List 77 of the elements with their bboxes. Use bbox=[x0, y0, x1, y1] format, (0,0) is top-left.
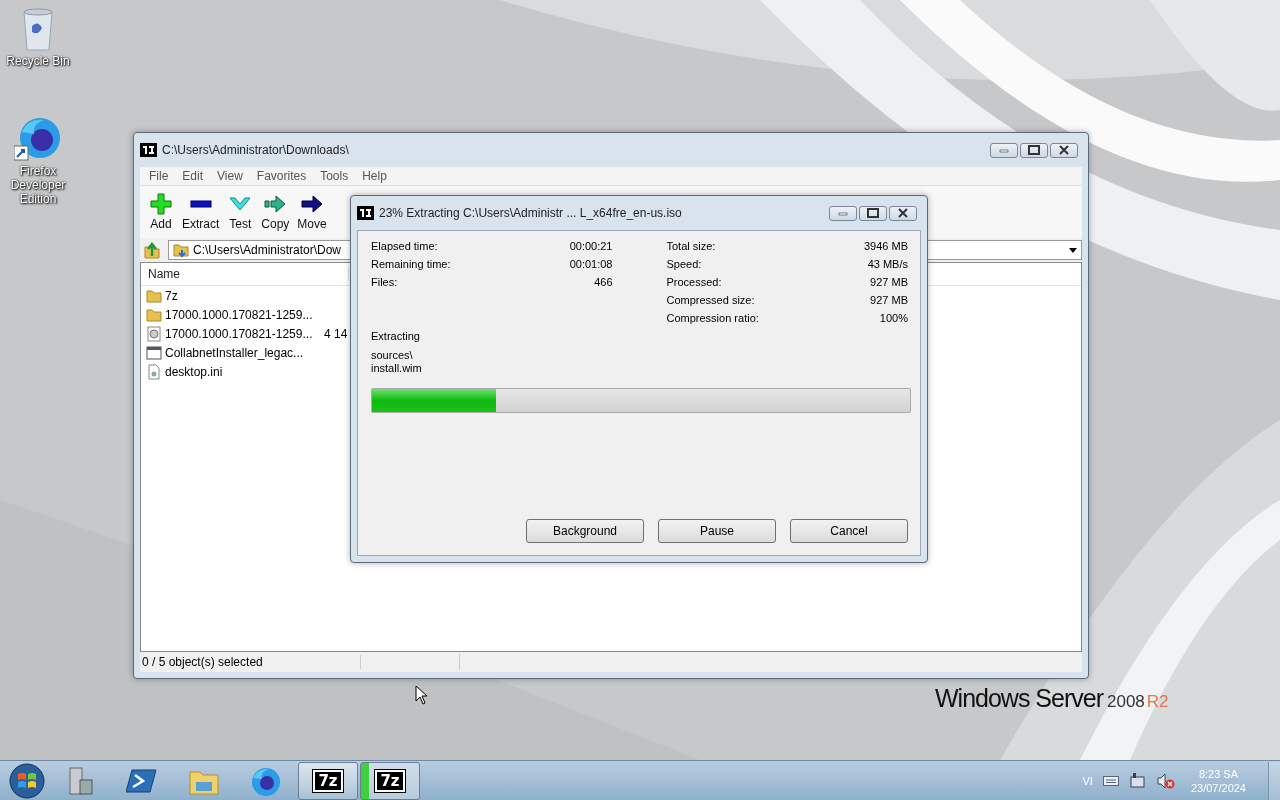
taskbar-button[interactable]: 7z bbox=[360, 761, 420, 800]
dialog-button[interactable]: Cancel bbox=[790, 519, 908, 543]
file-name[interactable]: CollabnetInstaller_legac... bbox=[165, 345, 304, 360]
arrow-icon bbox=[301, 193, 324, 215]
icon-label[interactable]: Firefox Developer Edition bbox=[2, 164, 74, 206]
stat-label: Remaining time: bbox=[371, 258, 451, 270]
toolbar-button[interactable]: Copy bbox=[257, 193, 294, 231]
current-path: install.wim bbox=[371, 362, 423, 375]
dialog-button[interactable]: Pause bbox=[658, 519, 776, 543]
menu-item[interactable]: View bbox=[210, 169, 250, 183]
folder-icon bbox=[146, 287, 162, 304]
toolbar-button[interactable]: Test bbox=[223, 193, 258, 231]
current-path: sources\ bbox=[371, 349, 414, 362]
maximize-icon bbox=[866, 207, 880, 219]
start-button[interactable] bbox=[6, 761, 48, 800]
disc-image-icon bbox=[146, 325, 162, 342]
dropdown-arrow-icon[interactable] bbox=[1069, 247, 1077, 253]
file-size: 4 14 bbox=[324, 326, 348, 341]
operation-label: Extracting bbox=[371, 330, 421, 342]
menu-item[interactable]: Favorites bbox=[249, 169, 314, 183]
stat-label: Total size: bbox=[666, 240, 716, 252]
close-button[interactable] bbox=[1050, 142, 1078, 158]
stat-value: 3946 MB bbox=[863, 240, 908, 252]
folder-icon bbox=[173, 242, 189, 258]
dialog-button[interactable]: Background bbox=[526, 519, 644, 543]
taskbar-button[interactable]: 7z bbox=[298, 761, 358, 800]
dialog-title: 23% Extracting C:\Users\Administr ... L_x64fre_en-us.iso bbox=[379, 206, 683, 220]
window-icon bbox=[146, 344, 162, 361]
file-name[interactable]: 17000.1000.170821-1259... bbox=[165, 326, 313, 341]
stat-value: 466 bbox=[594, 276, 613, 288]
stat-value: 927 MB bbox=[870, 294, 908, 306]
mouse-cursor-icon bbox=[415, 685, 428, 705]
stat-value: 00:01:08 bbox=[569, 258, 613, 270]
folder-icon bbox=[146, 306, 162, 323]
stat-label: Compressed size: bbox=[666, 294, 755, 306]
file-name[interactable]: 17000.1000.170821-1259... bbox=[165, 307, 313, 322]
window-title: C:\Users\Administrator\Downloads\ bbox=[162, 143, 350, 157]
clock-time: 8:23 SA bbox=[1198, 766, 1239, 781]
network-icon[interactable] bbox=[1128, 772, 1147, 789]
maximize-button[interactable] bbox=[1020, 142, 1048, 158]
menu-item[interactable]: File bbox=[142, 169, 176, 183]
stat-label: Speed: bbox=[666, 258, 702, 270]
menu-item[interactable]: Edit bbox=[175, 169, 211, 183]
browser-icon bbox=[250, 765, 282, 796]
column-header[interactable]: Name bbox=[141, 267, 349, 281]
logo-edition: R2 bbox=[1146, 692, 1169, 712]
arrow-icon bbox=[264, 193, 287, 215]
file-name[interactable]: desktop.ini bbox=[165, 364, 223, 379]
file-name[interactable]: 7z bbox=[165, 288, 178, 303]
stat-label: Processed: bbox=[666, 276, 722, 288]
plus-icon bbox=[150, 193, 172, 215]
close-button[interactable] bbox=[889, 205, 917, 221]
toolbar-button[interactable]: Extract bbox=[178, 193, 224, 231]
speaker-muted-icon[interactable] bbox=[1156, 772, 1175, 789]
logo-version: 2008 bbox=[1107, 692, 1145, 712]
stat-label: Files: bbox=[371, 276, 398, 288]
stat-value: 927 MB bbox=[870, 276, 908, 288]
maximize-button[interactable] bbox=[859, 205, 887, 221]
toolbar-button[interactable]: Move bbox=[293, 193, 331, 231]
menu-item[interactable]: Tools bbox=[313, 169, 356, 183]
app-icon bbox=[140, 143, 157, 157]
toolbar-button[interactable]: Add bbox=[144, 193, 178, 231]
close-icon bbox=[896, 207, 910, 219]
settings-file-icon bbox=[146, 363, 162, 380]
stat-value: 00:00:21 bbox=[569, 240, 613, 252]
menu-item[interactable]: Help bbox=[355, 169, 394, 183]
stat-value: 100% bbox=[879, 312, 908, 324]
stat-label: Elapsed time: bbox=[371, 240, 438, 252]
status-text: 0 / 5 object(s) selected bbox=[140, 655, 361, 669]
keyboard-icon[interactable] bbox=[1102, 775, 1119, 786]
maximize-icon bbox=[1027, 144, 1041, 156]
close-icon bbox=[1057, 144, 1071, 156]
app-icon bbox=[357, 206, 374, 220]
stat-value: 43 MB/s bbox=[867, 258, 908, 270]
stat-label: Compression ratio: bbox=[666, 312, 759, 324]
clock-date: 23/07/2024 bbox=[1190, 780, 1246, 795]
logo-text: Windows Server bbox=[935, 684, 1103, 713]
